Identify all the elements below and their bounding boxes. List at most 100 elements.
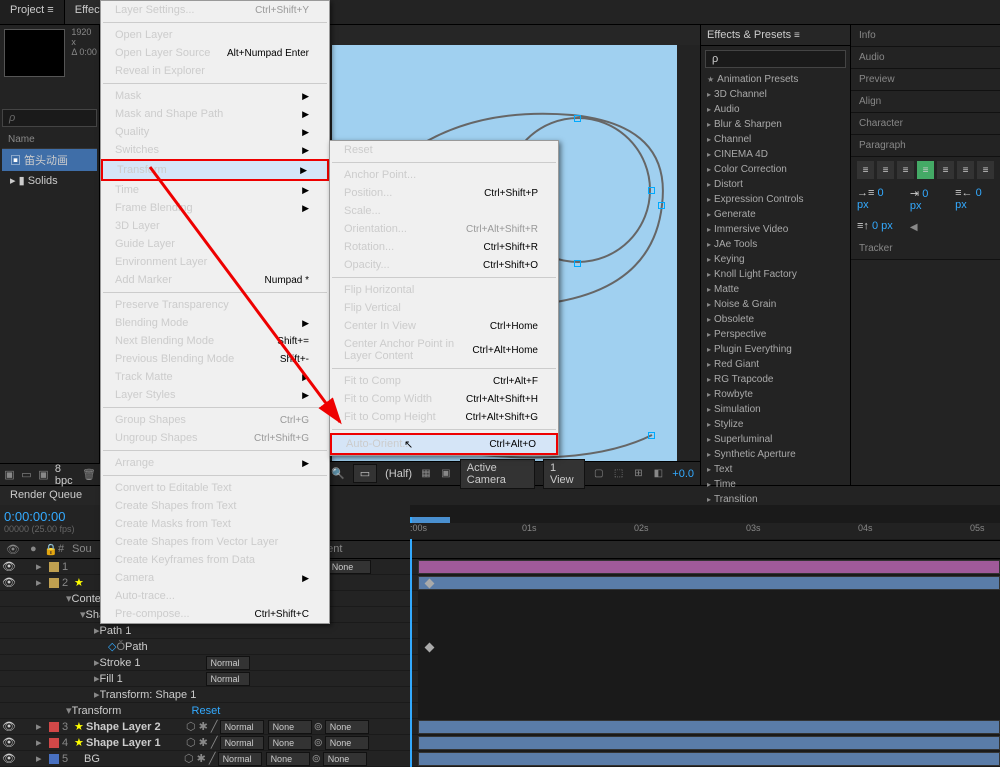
menu-item-open-layer-source[interactable]: Open Layer SourceAlt+Numpad Enter [101,44,329,62]
effect-category[interactable]: 3D Channel [701,87,850,102]
magnify-icon[interactable]: 🔍 [331,467,345,480]
viewer-tool-icon[interactable]: ◧ [652,467,664,481]
track-bar[interactable] [418,720,1000,734]
effect-category[interactable]: RG Trapcode [701,372,850,387]
panel-character[interactable]: Character [851,113,1000,135]
effect-category[interactable]: Channel [701,132,850,147]
layer-row[interactable]: ▸ Transform: Shape 1 [0,687,418,703]
effect-category[interactable]: Noise & Grain [701,297,850,312]
project-item-comp[interactable]: ▣ 笛头动画 [2,149,97,171]
project-item-solids[interactable]: ▸ ▮ Solids [2,171,97,190]
effect-category[interactable]: Generate [701,207,850,222]
interpret-icon[interactable]: ▣ [4,468,15,482]
effect-category[interactable]: JAe Tools [701,237,850,252]
menu-item-reset[interactable]: Reset [330,141,558,159]
project-name-column[interactable]: Name [2,131,97,149]
shape-handle[interactable] [648,187,655,194]
folder-icon[interactable]: ▭ [21,468,32,482]
menu-item-switches[interactable]: Switches▶ [101,141,329,159]
effect-category[interactable]: Rowbyte [701,387,850,402]
layer-row[interactable]: ▸ Path 1 [0,623,418,639]
para-extra-icon[interactable]: ◀ [907,220,921,234]
tracker-panel[interactable]: Tracker [851,238,1000,260]
effect-category[interactable]: Time [701,477,850,492]
align-right-icon[interactable]: ≡ [897,161,914,179]
menu-item-quality[interactable]: Quality▶ [101,123,329,141]
trash-icon[interactable]: 🗑 [82,468,96,482]
menu-item-reveal-in-explorer[interactable]: Reveal in Explorer [101,62,329,80]
effect-category[interactable]: Obsolete [701,312,850,327]
menu-item-pre-compose-[interactable]: Pre-compose...Ctrl+Shift+C [101,605,329,623]
effect-category[interactable]: Keying [701,252,850,267]
time-ruler[interactable]: :00s01s02s03s04s05s [410,523,1000,539]
shape-handle[interactable] [574,115,581,122]
effect-category[interactable]: CINEMA 4D [701,147,850,162]
path-handle[interactable] [658,202,665,209]
effect-category[interactable]: Animation Presets [701,72,850,87]
project-tab[interactable]: Project ≡ [0,0,65,24]
track-bar[interactable] [418,736,1000,750]
menu-item-auto-trace-[interactable]: Auto-trace... [101,587,329,605]
menu-item-arrange[interactable]: Arrange▶ [101,454,329,472]
effect-category[interactable]: Blur & Sharpen [701,117,850,132]
layer-row[interactable]: 👁▸4★Shape Layer 1⬡ ✱ ╱NormalNone⊚None [0,735,418,751]
effect-category[interactable]: Red Giant [701,357,850,372]
effect-category[interactable]: Transition [701,492,850,502]
effect-category[interactable]: Audio [701,102,850,117]
view-dropdown[interactable]: 1 View [543,459,585,489]
menu-item-mask[interactable]: Mask▶ [101,87,329,105]
keyframe[interactable] [425,643,435,653]
space-before[interactable]: ≡↑ 0 px [857,220,893,234]
playhead[interactable] [410,517,412,767]
shape-handle[interactable] [574,260,581,267]
exposure-value[interactable]: +0.0 [672,468,694,480]
viewer-tool-icon[interactable]: ⬚ [613,467,625,481]
mask-icon[interactable]: ▣ [440,467,452,481]
effects-search[interactable]: ρ [705,50,846,68]
panel-paragraph[interactable]: Paragraph [851,135,1000,157]
render-queue-tab[interactable]: Render Queue [0,486,92,505]
project-search[interactable]: ρ [2,109,97,127]
panel-audio[interactable]: Audio [851,47,1000,69]
effect-category[interactable]: Expression Controls [701,192,850,207]
layer-row[interactable]: 👁▸5BG⬡ ✱ ╱NormalNone⊚None [0,751,418,767]
resolution-dropdown[interactable]: (Half) [385,468,412,480]
panel-info[interactable]: Info [851,25,1000,47]
effect-category[interactable]: Perspective [701,327,850,342]
panel-preview[interactable]: Preview [851,69,1000,91]
indent-first[interactable]: ⇥ 0 px [910,187,941,212]
effect-category[interactable]: Text [701,462,850,477]
align-left-icon[interactable]: ≡ [857,161,874,179]
justify-all-icon[interactable]: ≡ [977,161,994,179]
effect-category[interactable]: Color Correction [701,162,850,177]
track-bar[interactable] [418,576,1000,590]
effect-category[interactable]: Knoll Light Factory [701,267,850,282]
viewer-tool-icon[interactable]: ▢ [593,467,605,481]
bpc-toggle[interactable]: 8 bpc [55,463,76,487]
track-bar[interactable] [418,560,1000,574]
menu-item-camera[interactable]: Camera▶ [101,569,329,587]
justify-last-center-icon[interactable]: ≡ [937,161,954,179]
justify-last-right-icon[interactable]: ≡ [957,161,974,179]
layer-row[interactable]: ◇ Ŏ Path [0,639,418,655]
justify-last-left-icon[interactable]: ≡ [917,161,934,179]
layer-row[interactable]: ▸ Stroke 1Normal [0,655,418,671]
effect-category[interactable]: Matte [701,282,850,297]
effect-category[interactable]: Immersive Video [701,222,850,237]
layer-row[interactable]: 👁▸3★Shape Layer 2⬡ ✱ ╱NormalNone⊚None [0,719,418,735]
panel-align[interactable]: Align [851,91,1000,113]
current-timecode[interactable]: 0:00:00:00 [4,509,96,524]
effect-category[interactable]: Plugin Everything [701,342,850,357]
menu-item-open-layer[interactable]: Open Layer [101,26,329,44]
layer-row[interactable]: ▾ TransformReset [0,703,418,719]
effect-category[interactable]: Distort [701,177,850,192]
effect-category[interactable]: Stylize [701,417,850,432]
path-handle[interactable] [648,432,655,439]
comp-icon[interactable]: ▣ [38,468,49,482]
track-bar[interactable] [418,752,1000,766]
menu-item-mask-and-shape-path[interactable]: Mask and Shape Path▶ [101,105,329,123]
viewer-tool-icon[interactable]: ⊞ [633,467,645,481]
layer-row[interactable]: ▸ Fill 1Normal [0,671,418,687]
align-center-icon[interactable]: ≡ [877,161,894,179]
indent-left[interactable]: →≡ 0 px [857,187,896,212]
